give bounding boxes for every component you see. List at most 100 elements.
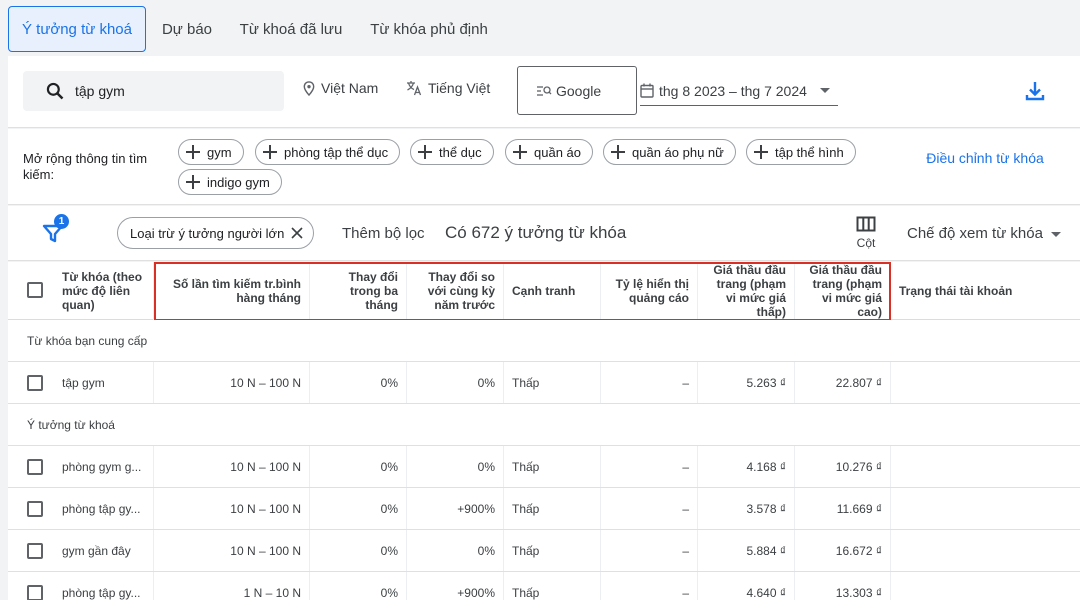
- cell-three-month-change: 0%: [310, 488, 407, 529]
- row-select-cell: [8, 362, 54, 403]
- search-input[interactable]: tập gym: [23, 71, 284, 111]
- cell-ad-impression-share: –: [601, 488, 698, 529]
- header-three-month-change[interactable]: Thay đổi trong ba tháng: [310, 262, 407, 320]
- expand-search-panel: Mở rộng thông tin tìm kiếm: gym phòng tậ…: [8, 129, 1080, 205]
- cell-ad-impression-share: –: [601, 572, 698, 600]
- chip-label: gym: [207, 144, 232, 160]
- row-checkbox[interactable]: [27, 543, 43, 559]
- cell-yoy-change: +900%: [407, 572, 504, 600]
- row-select-cell: [8, 488, 54, 529]
- chip-label: phòng tập thể dục: [284, 144, 389, 160]
- cell-account-status: [891, 446, 1080, 487]
- chip-label: thể dục: [439, 144, 482, 160]
- cell-avg-searches: 1 N – 10 N: [154, 572, 310, 600]
- keyword-count: Có 672 ý tưởng từ khóa: [445, 223, 627, 242]
- table-header: Từ khóa (theo mức độ liên quan) Số lần t…: [8, 262, 1080, 321]
- cell-three-month-change: 0%: [310, 446, 407, 487]
- header-select-cell: [8, 262, 54, 320]
- search-query: tập gym: [75, 83, 125, 99]
- header-keyword[interactable]: Từ khóa (theo mức độ liên quan): [54, 262, 154, 320]
- view-mode-label: Chế độ xem từ khóa: [907, 225, 1043, 242]
- cell-bid-low: 5.263 ₫: [698, 362, 795, 403]
- expand-search-label: Mở rộng thông tin tìm kiếm:: [23, 151, 148, 182]
- header-account-status[interactable]: Trạng thái tài khoản: [891, 262, 1080, 320]
- view-mode-selector[interactable]: Chế độ xem từ khóa: [907, 225, 1061, 242]
- cell-bid-low: 4.640 ₫: [698, 572, 795, 600]
- location-pin-icon: [303, 80, 315, 96]
- cell-bid-low: 5.884 ₫: [698, 530, 795, 571]
- plus-icon: [513, 145, 527, 159]
- search-icon: [46, 82, 64, 100]
- table-row: gym gần đây 10 N – 100 N 0% 0% Thấp – 5.…: [8, 530, 1080, 572]
- suggest-chip-clothes[interactable]: quần áo: [505, 139, 593, 165]
- row-select-cell: [8, 446, 54, 487]
- columns-icon: [856, 216, 876, 232]
- select-all-checkbox[interactable]: [27, 282, 43, 298]
- chip-label: tập thể hình: [775, 144, 844, 160]
- cell-avg-searches: 10 N – 100 N: [154, 488, 310, 529]
- suggest-chip-fitness[interactable]: thể dục: [410, 139, 494, 165]
- table-row: phòng gym g... 10 N – 100 N 0% 0% Thấp –…: [8, 446, 1080, 488]
- columns-label: Cột: [856, 236, 876, 250]
- row-checkbox[interactable]: [27, 501, 43, 517]
- cell-yoy-change: 0%: [407, 362, 504, 403]
- cell-keyword: phòng gym g...: [54, 446, 154, 487]
- add-filter-button[interactable]: Thêm bộ lọc: [342, 225, 425, 242]
- suggest-chip-indigo-gym[interactable]: indigo gym: [178, 169, 282, 195]
- cell-competition: Thấp: [504, 446, 601, 487]
- download-icon[interactable]: [1024, 80, 1046, 102]
- cell-yoy-change: 0%: [407, 446, 504, 487]
- language-selector[interactable]: Tiếng Việt: [406, 80, 490, 96]
- exclude-adult-ideas-chip[interactable]: Loại trừ ý tưởng người lớn: [117, 217, 314, 249]
- date-range-label: thg 8 2023 – thg 7 2024: [659, 82, 807, 99]
- cell-keyword: phòng tập gy...: [54, 488, 154, 529]
- row-checkbox[interactable]: [27, 459, 43, 475]
- row-checkbox[interactable]: [27, 375, 43, 391]
- close-icon[interactable]: [290, 226, 304, 240]
- refine-keywords-link[interactable]: Điều chỉnh từ khóa: [926, 149, 1044, 167]
- cell-account-status: [891, 362, 1080, 403]
- results-toolbar: 1 Loại trừ ý tưởng người lớn Thêm bộ lọc…: [8, 206, 1080, 261]
- section-provided-keywords: Từ khóa bạn cung cấp: [8, 320, 1080, 362]
- header-bid-low[interactable]: Giá thầu đầu trang (phạm vi mức giá thấp…: [698, 262, 795, 320]
- cell-ad-impression-share: –: [601, 362, 698, 403]
- row-checkbox[interactable]: [27, 585, 43, 600]
- tab-negative-keywords[interactable]: Từ khóa phủ định: [360, 6, 498, 52]
- date-range-selector[interactable]: thg 8 2023 – thg 7 2024: [640, 76, 838, 106]
- cell-bid-low: 4.168 ₫: [698, 446, 795, 487]
- header-yoy-change[interactable]: Thay đổi so với cùng kỳ năm trước: [407, 262, 504, 320]
- tab-keyword-ideas[interactable]: Ý tưởng từ khoá: [8, 6, 146, 52]
- cell-bid-high: 11.669 ₫: [795, 488, 891, 529]
- cell-competition: Thấp: [504, 530, 601, 571]
- tab-saved-keywords[interactable]: Từ khoá đã lưu: [232, 6, 350, 52]
- header-avg-searches[interactable]: Số lần tìm kiếm tr.bình hàng tháng: [154, 262, 310, 320]
- table-row: phòng tập gy... 10 N – 100 N 0% +900% Th…: [8, 488, 1080, 530]
- cell-three-month-change: 0%: [310, 572, 407, 600]
- cell-bid-high: 22.807 ₫: [795, 362, 891, 403]
- plus-icon: [186, 145, 200, 159]
- calendar-icon: [640, 83, 654, 98]
- columns-button[interactable]: Cột: [846, 216, 886, 250]
- cell-competition: Thấp: [504, 572, 601, 600]
- cell-ad-impression-share: –: [601, 446, 698, 487]
- tab-forecast[interactable]: Dự báo: [150, 6, 224, 52]
- cell-keyword: phòng tập gy...: [54, 572, 154, 600]
- search-network-selector[interactable]: Google: [517, 66, 637, 115]
- cell-yoy-change: 0%: [407, 530, 504, 571]
- plus-icon: [418, 145, 432, 159]
- engine-label: Google: [556, 82, 602, 99]
- suggest-chip-women-clothes[interactable]: quần áo phụ nữ: [603, 139, 736, 165]
- cell-account-status: [891, 572, 1080, 600]
- search-bar: tập gym Việt Nam Tiếng Việt Google thg 8…: [8, 56, 1080, 128]
- header-competition[interactable]: Cạnh tranh: [504, 262, 601, 320]
- header-ad-impression-share[interactable]: Tỷ lệ hiển thị quảng cáo: [601, 262, 698, 320]
- location-selector[interactable]: Việt Nam: [303, 80, 378, 96]
- suggest-chip-bodybuilding[interactable]: tập thể hình: [746, 139, 856, 165]
- chip-label: quần áo phụ nữ: [632, 144, 724, 160]
- header-bid-high[interactable]: Giá thầu đầu trang (phạm vi mức giá cao): [795, 262, 891, 320]
- cell-bid-high: 10.276 ₫: [795, 446, 891, 487]
- suggest-chip-gym-room[interactable]: phòng tập thể dục: [255, 139, 401, 165]
- suggest-chip-gym[interactable]: gym: [178, 139, 244, 165]
- chip-label: quần áo: [534, 144, 581, 160]
- plus-icon: [754, 145, 768, 159]
